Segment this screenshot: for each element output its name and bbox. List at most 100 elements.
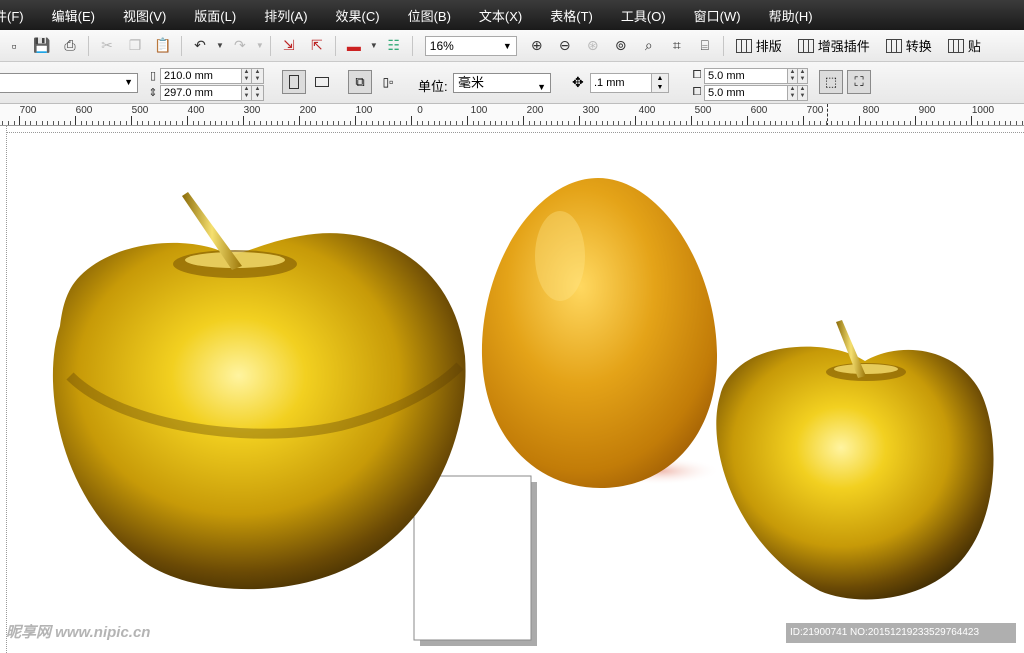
publish-dropdown-icon[interactable]: ▼ xyxy=(370,41,378,50)
width-spinner[interactable]: ▲ ▼ xyxy=(242,67,252,84)
menu-item[interactable]: 编辑(E) xyxy=(38,6,109,25)
menu-item[interactable]: 位图(B) xyxy=(394,6,465,25)
page-height-field[interactable]: 297.0 mm xyxy=(160,84,242,101)
copy-icon[interactable]: ❐ xyxy=(124,35,146,57)
publish-pdf-icon[interactable]: ▬ xyxy=(343,35,365,57)
nudge-distance-field[interactable]: .1 mm xyxy=(590,73,652,93)
duplicate-x-spinner[interactable]: ▲ ▼ xyxy=(788,67,798,84)
duplicate-y-field[interactable]: 5.0 mm xyxy=(704,84,788,101)
duplicate-x-field[interactable]: 5.0 mm xyxy=(704,67,788,84)
export-icon[interactable]: ⇱ xyxy=(306,35,328,57)
page-height-row: ⇕ 297.0 mm ▲ ▼ ▲ ▼ xyxy=(146,84,264,101)
ruler-tick xyxy=(501,121,502,125)
ruler-tick xyxy=(383,121,384,125)
ruler-tick xyxy=(574,121,575,125)
ruler-tick xyxy=(372,121,373,125)
ruler-tick xyxy=(786,121,787,125)
checklist-icon[interactable]: ☷ xyxy=(383,35,405,57)
menu-item[interactable]: 帮助(H) xyxy=(755,6,827,25)
redo-icon[interactable]: ↷ xyxy=(229,35,251,57)
ruler-tick xyxy=(282,121,283,125)
zoom-level-select[interactable]: 16% ▼ xyxy=(424,35,517,56)
drawing-canvas[interactable]: 昵享网 www.nipic.cn ID:21900741 NO:20151219… xyxy=(0,126,1024,653)
ruler-tick xyxy=(221,121,222,125)
ruler-tick xyxy=(473,121,474,125)
menu-item[interactable]: 表格(T) xyxy=(536,6,607,25)
paste-special-button[interactable]: 贴 xyxy=(947,36,981,55)
golden-egg[interactable] xyxy=(481,178,720,488)
print-icon[interactable]: ⎙ xyxy=(59,35,81,57)
menu-item[interactable]: 工具(O) xyxy=(607,6,680,25)
golden-apple-large[interactable] xyxy=(52,192,466,590)
ruler-tick xyxy=(518,121,519,125)
save-icon[interactable]: 💾 xyxy=(31,35,53,57)
width-lock[interactable]: ▲ ▼ xyxy=(252,67,264,84)
ruler-tick xyxy=(159,121,160,125)
redo-dropdown-icon[interactable]: ▼ xyxy=(256,41,264,50)
height-lock[interactable]: ▲ ▼ xyxy=(252,84,264,101)
ruler-tick-label: 300 xyxy=(243,105,261,116)
ruler-tick xyxy=(389,121,390,125)
ruler-tick xyxy=(456,121,457,125)
current-page-button[interactable]: ▯▫ xyxy=(376,70,400,94)
ruler-tick xyxy=(170,121,171,125)
menu-item[interactable]: 窗口(W) xyxy=(680,6,755,25)
duplicate-y-spinner[interactable]: ▲ ▼ xyxy=(788,84,798,101)
cut-icon[interactable]: ✂ xyxy=(96,35,118,57)
zoom-page-icon[interactable]: ⌕ xyxy=(638,35,660,57)
standard-toolbar: ▫ 💾 ⎙ ✂ ❐ 📋 ↶ ▼ ↷ ▼ ⇲ ⇱ ▬ ▼ ☷ 16% ▼ ⊕ ⊖ … xyxy=(0,30,1024,62)
duplicate-y-spinner-2[interactable]: ▲ ▼ xyxy=(798,84,808,101)
zoom-out-icon[interactable]: ⊖ xyxy=(554,35,576,57)
ruler-tick-label: 800 xyxy=(862,105,880,116)
paste-icon[interactable]: 📋 xyxy=(152,35,174,57)
nudge-spinner[interactable]: ▲ ▼ xyxy=(651,73,669,93)
height-spinner[interactable]: ▲ ▼ xyxy=(242,84,252,101)
ruler-tick xyxy=(322,121,323,125)
treat-as-filled-button[interactable]: ⬚ xyxy=(819,70,843,94)
landscape-button[interactable] xyxy=(310,70,334,94)
ruler-tick xyxy=(848,121,849,125)
zoom-in-icon[interactable]: ⊕ xyxy=(526,35,548,57)
layout-button[interactable]: 排版 xyxy=(735,36,782,55)
select-object-icon: ⬚ xyxy=(824,74,838,89)
zoom-selected-icon[interactable]: ⊛ xyxy=(582,35,604,57)
menu-item[interactable]: 排列(A) xyxy=(250,6,321,25)
undo-dropdown-icon[interactable]: ▼ xyxy=(216,41,224,50)
plugin-grid-icon xyxy=(797,38,814,53)
ruler-tick xyxy=(249,121,250,125)
ruler-tick xyxy=(736,121,737,125)
menu-item[interactable]: 件(F) xyxy=(0,6,38,25)
import-icon[interactable]: ⇲ xyxy=(278,35,300,57)
ruler-tick xyxy=(876,121,877,125)
menu-item[interactable]: 文本(X) xyxy=(465,6,536,25)
golden-apple-small[interactable] xyxy=(716,320,994,600)
zoom-height-icon[interactable]: ⌸ xyxy=(694,35,716,57)
undo-icon[interactable]: ↶ xyxy=(189,35,211,57)
ruler-tick xyxy=(708,121,709,125)
zoom-all-icon[interactable]: ⊚ xyxy=(610,35,632,57)
menu-item[interactable]: 版面(L) xyxy=(180,6,250,25)
new-document-icon[interactable]: ▫ xyxy=(3,35,25,57)
chevron-down-icon: ▼ xyxy=(502,40,512,51)
plugin-button[interactable]: 增强插件 xyxy=(797,36,870,55)
ruler-tick xyxy=(926,121,927,125)
ruler-tick xyxy=(8,121,9,125)
menu-item[interactable]: 视图(V) xyxy=(109,6,180,25)
unit-select[interactable]: 毫米 ▼ xyxy=(453,73,551,93)
duplicate-x-spinner-2[interactable]: ▲ ▼ xyxy=(798,67,808,84)
page-width-field[interactable]: 210.0 mm xyxy=(160,67,242,84)
menu-item[interactable]: 效果(C) xyxy=(322,6,394,25)
ruler-tick xyxy=(333,121,334,125)
chevron-down-icon: ▼ xyxy=(537,82,546,92)
bounding-box-button[interactable]: ⛶ xyxy=(847,70,871,94)
horizontal-ruler[interactable]: 700 600 500 400 300 200 100 0 100 200 300 400 500 600… xyxy=(0,104,1024,126)
ruler-tick xyxy=(243,116,244,125)
ruler-tick xyxy=(131,116,132,125)
ruler-tick xyxy=(870,121,871,125)
page-size-select[interactable]: ▼ xyxy=(0,73,138,93)
portrait-button[interactable] xyxy=(282,70,306,94)
ruler-tick xyxy=(350,121,351,125)
zoom-width-icon[interactable]: ⌗ xyxy=(666,35,688,57)
convert-button[interactable]: 转换 xyxy=(885,36,932,55)
all-pages-button[interactable]: ⧉ xyxy=(348,70,372,94)
